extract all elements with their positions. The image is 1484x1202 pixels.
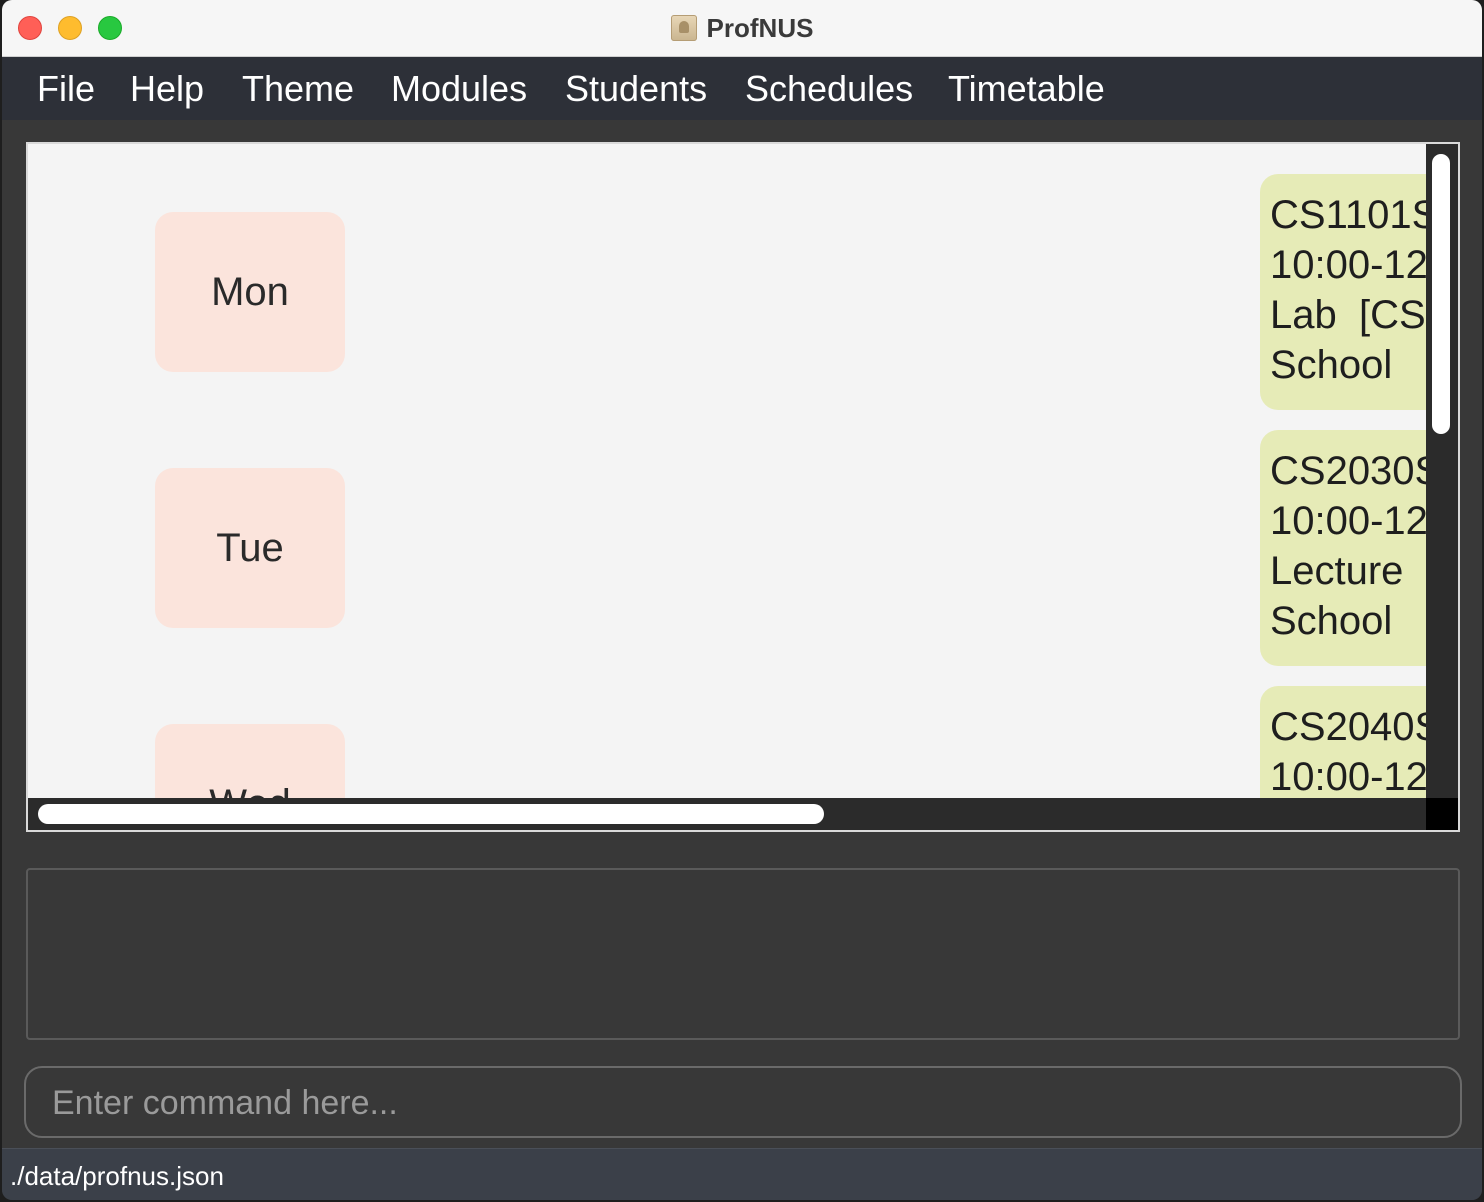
app-window: ProfNUS File Help Theme Modules Students…: [2, 0, 1482, 1200]
slot-module-code: CS2040S: [1270, 705, 1426, 749]
slot-type: Lecture: [1270, 549, 1404, 593]
save-location-text: ./data/profnus.json: [10, 1161, 224, 1191]
command-box[interactable]: [24, 1066, 1462, 1138]
menu-bar: File Help Theme Modules Students Schedul…: [2, 57, 1482, 120]
slot-venue: School: [1270, 343, 1393, 387]
menu-theme[interactable]: Theme: [242, 57, 354, 120]
horizontal-scroll-thumb[interactable]: [38, 804, 824, 824]
horizontal-scrollbar[interactable]: [28, 798, 1426, 830]
result-display[interactable]: [26, 868, 1460, 1040]
timetable-panel: Mon Tue Wed CS1101S 10:00-12 Lab [CS Sch…: [26, 142, 1460, 832]
slot-module-code: CS2030S: [1270, 449, 1426, 493]
vertical-scroll-thumb[interactable]: [1432, 154, 1450, 434]
schedule-slot[interactable]: CS2040S 10:00-12: [1260, 686, 1426, 798]
day-label-mon: Mon: [155, 212, 345, 372]
window-title-group: ProfNUS: [2, 0, 1482, 56]
menu-schedules[interactable]: Schedules: [745, 57, 913, 120]
schedule-slot[interactable]: CS2030S 10:00-12 Lecture School: [1260, 430, 1426, 666]
day-label-wed: Wed: [155, 724, 345, 798]
menu-students[interactable]: Students: [565, 57, 707, 120]
title-bar: ProfNUS: [2, 0, 1482, 57]
vertical-scrollbar[interactable]: [1426, 144, 1458, 798]
slot-time: 10:00-12: [1270, 499, 1426, 543]
menu-help[interactable]: Help: [130, 57, 204, 120]
slot-time: 10:00-12: [1270, 243, 1426, 287]
slot-type: Lab [CS: [1270, 293, 1426, 337]
app-icon: [670, 15, 697, 41]
menu-modules[interactable]: Modules: [391, 57, 527, 120]
timetable-viewport[interactable]: Mon Tue Wed CS1101S 10:00-12 Lab [CS Sch…: [28, 144, 1426, 798]
slot-module-code: CS1101S: [1270, 193, 1426, 237]
schedule-slot[interactable]: CS1101S 10:00-12 Lab [CS School: [1260, 174, 1426, 410]
menu-file[interactable]: File: [37, 57, 95, 120]
command-input[interactable]: [50, 1068, 1434, 1138]
window-title: ProfNUS: [706, 12, 814, 43]
slot-venue: School: [1270, 599, 1393, 643]
day-label-tue: Tue: [155, 468, 345, 628]
slot-time: 10:00-12: [1270, 755, 1426, 798]
status-bar: ./data/profnus.json: [2, 1148, 1482, 1200]
scrollbar-corner: [1426, 798, 1458, 830]
menu-timetable[interactable]: Timetable: [948, 57, 1105, 120]
